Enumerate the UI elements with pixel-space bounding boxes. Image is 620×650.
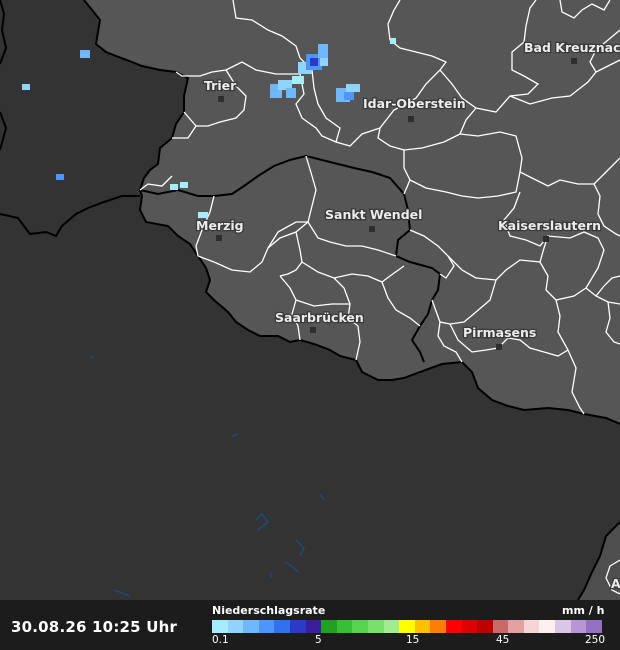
timestamp: 30.08.26 10:25 Uhr (11, 618, 178, 636)
rain-cell (22, 84, 30, 90)
legend-tick: 250 (585, 634, 606, 646)
legend-swatch (414, 620, 431, 633)
rain-cell (346, 84, 360, 92)
rain-cell (56, 174, 64, 180)
legend-swatch (430, 620, 446, 633)
rain-cell (180, 182, 188, 188)
legend-swatch (321, 620, 337, 633)
legend-swatch (274, 620, 290, 633)
radar-map[interactable]: A Trier Idar-Oberstein Bad Kreuznach Mer… (0, 0, 620, 650)
city-label-trier: Trier (204, 78, 237, 93)
legend-swatch (367, 620, 384, 633)
legend-swatch (289, 620, 306, 633)
legend-swatch (492, 620, 509, 633)
city-label-saarbruecken: Saarbrücken (275, 310, 364, 325)
legend-swatch (399, 620, 415, 633)
legend-swatch (477, 620, 493, 633)
city-marker (218, 96, 224, 102)
legend-swatch (461, 620, 478, 633)
rain-cell (320, 58, 328, 66)
legend-swatch (243, 620, 259, 633)
city-label-kaiserslautern: Kaiserslautern (498, 218, 601, 233)
rain-cell (344, 92, 354, 100)
legend-swatch (555, 620, 571, 633)
legend-tick: 15 (406, 634, 420, 646)
legend-swatch (336, 620, 353, 633)
legend-tick: 45 (496, 634, 510, 646)
legend-tick: 0.1 (212, 634, 229, 646)
city-marker (216, 235, 222, 241)
city-marker (310, 327, 316, 333)
city-marker (496, 344, 502, 350)
rain-cell (80, 50, 90, 58)
rain-cell (292, 76, 304, 84)
partial-city-label: A (611, 576, 620, 591)
rain-cell (310, 58, 318, 66)
city-marker (571, 58, 577, 64)
legend-swatch (383, 620, 400, 633)
rain-cell (170, 184, 178, 190)
city-marker (369, 226, 375, 232)
legend-swatch (305, 620, 322, 633)
legend-swatch (227, 620, 244, 633)
legend-color-scale (212, 620, 602, 633)
legend-swatch (212, 620, 228, 633)
city-marker (543, 236, 549, 242)
rain-cell (318, 44, 328, 58)
legend-title: Niederschlagsrate (212, 604, 326, 617)
city-marker (408, 116, 414, 122)
legend-swatch (352, 620, 368, 633)
legend-unit: mm / h (562, 604, 605, 617)
city-label-sankt-wendel: Sankt Wendel (325, 207, 422, 222)
city-label-bad-kreuznach: Bad Kreuznach (524, 40, 620, 55)
city-label-idar-oberstein: Idar-Oberstein (363, 96, 466, 111)
rain-cell (286, 88, 296, 98)
legend-swatch (508, 620, 524, 633)
legend-swatch (570, 620, 587, 633)
city-label-merzig: Merzig (196, 218, 244, 233)
legend-swatch (445, 620, 462, 633)
legend-swatch (539, 620, 556, 633)
legend-swatch (523, 620, 540, 633)
legend-swatch (258, 620, 275, 633)
legend-tick: 5 (315, 634, 322, 646)
rain-cell (390, 38, 396, 44)
legend-swatch (586, 620, 602, 633)
city-label-pirmasens: Pirmasens (463, 325, 536, 340)
